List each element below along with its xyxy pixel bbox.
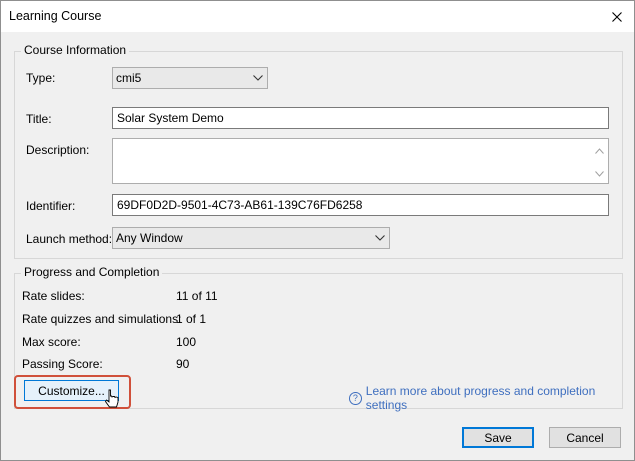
description-label: Description:	[26, 143, 90, 157]
type-label: Type:	[26, 71, 56, 85]
identifier-label: Identifier:	[26, 199, 76, 213]
learning-course-dialog: Learning Course Course Information Type:…	[0, 0, 635, 461]
help-link[interactable]: ? Learn more about progress and completi…	[349, 384, 634, 412]
scroll-up-icon[interactable]	[595, 148, 604, 154]
progress-row-label: Rate slides:	[22, 289, 85, 303]
help-link-text: Learn more about progress and completion…	[365, 384, 596, 412]
chevron-down-icon	[253, 75, 263, 81]
progress-row-label: Rate quizzes and simulations:	[22, 312, 182, 326]
mouse-pointer-icon	[105, 389, 119, 408]
launch-method-label: Launch method:	[26, 232, 113, 246]
dialog-title: Learning Course	[9, 9, 102, 23]
type-select[interactable]: cmi5	[112, 67, 268, 89]
type-select-value: cmi5	[116, 71, 142, 85]
progress-row-label: Passing Score:	[22, 357, 103, 371]
progress-row-value: 11 of 11	[176, 289, 218, 303]
course-information-legend: Course Information	[21, 43, 130, 57]
close-button[interactable]	[600, 1, 634, 32]
chevron-down-icon	[375, 235, 385, 241]
question-circle-icon: ?	[349, 391, 362, 405]
progress-row-value: 100	[176, 335, 197, 349]
title-bar: Learning Course	[1, 1, 634, 32]
save-button[interactable]: Save	[462, 427, 534, 448]
scroll-down-icon[interactable]	[595, 171, 604, 177]
description-field[interactable]	[112, 138, 609, 184]
title-label: Title:	[26, 112, 52, 126]
identifier-field[interactable]: 69DF0D2D-9501-4C73-AB61-139C76FD6258	[112, 194, 609, 216]
identifier-field-value: 69DF0D2D-9501-4C73-AB61-139C76FD6258	[117, 198, 363, 212]
launch-method-value: Any Window	[116, 231, 183, 245]
progress-completion-legend: Progress and Completion	[21, 265, 163, 279]
title-field-value: Solar System Demo	[117, 111, 224, 125]
cancel-button[interactable]: Cancel	[549, 427, 621, 448]
launch-method-select[interactable]: Any Window	[112, 227, 390, 249]
progress-row-label: Max score:	[22, 335, 81, 349]
progress-row-value: 90	[176, 357, 190, 371]
close-icon	[612, 11, 622, 22]
progress-row-value: 1 of 1	[176, 312, 207, 326]
title-field[interactable]: Solar System Demo	[112, 107, 609, 129]
